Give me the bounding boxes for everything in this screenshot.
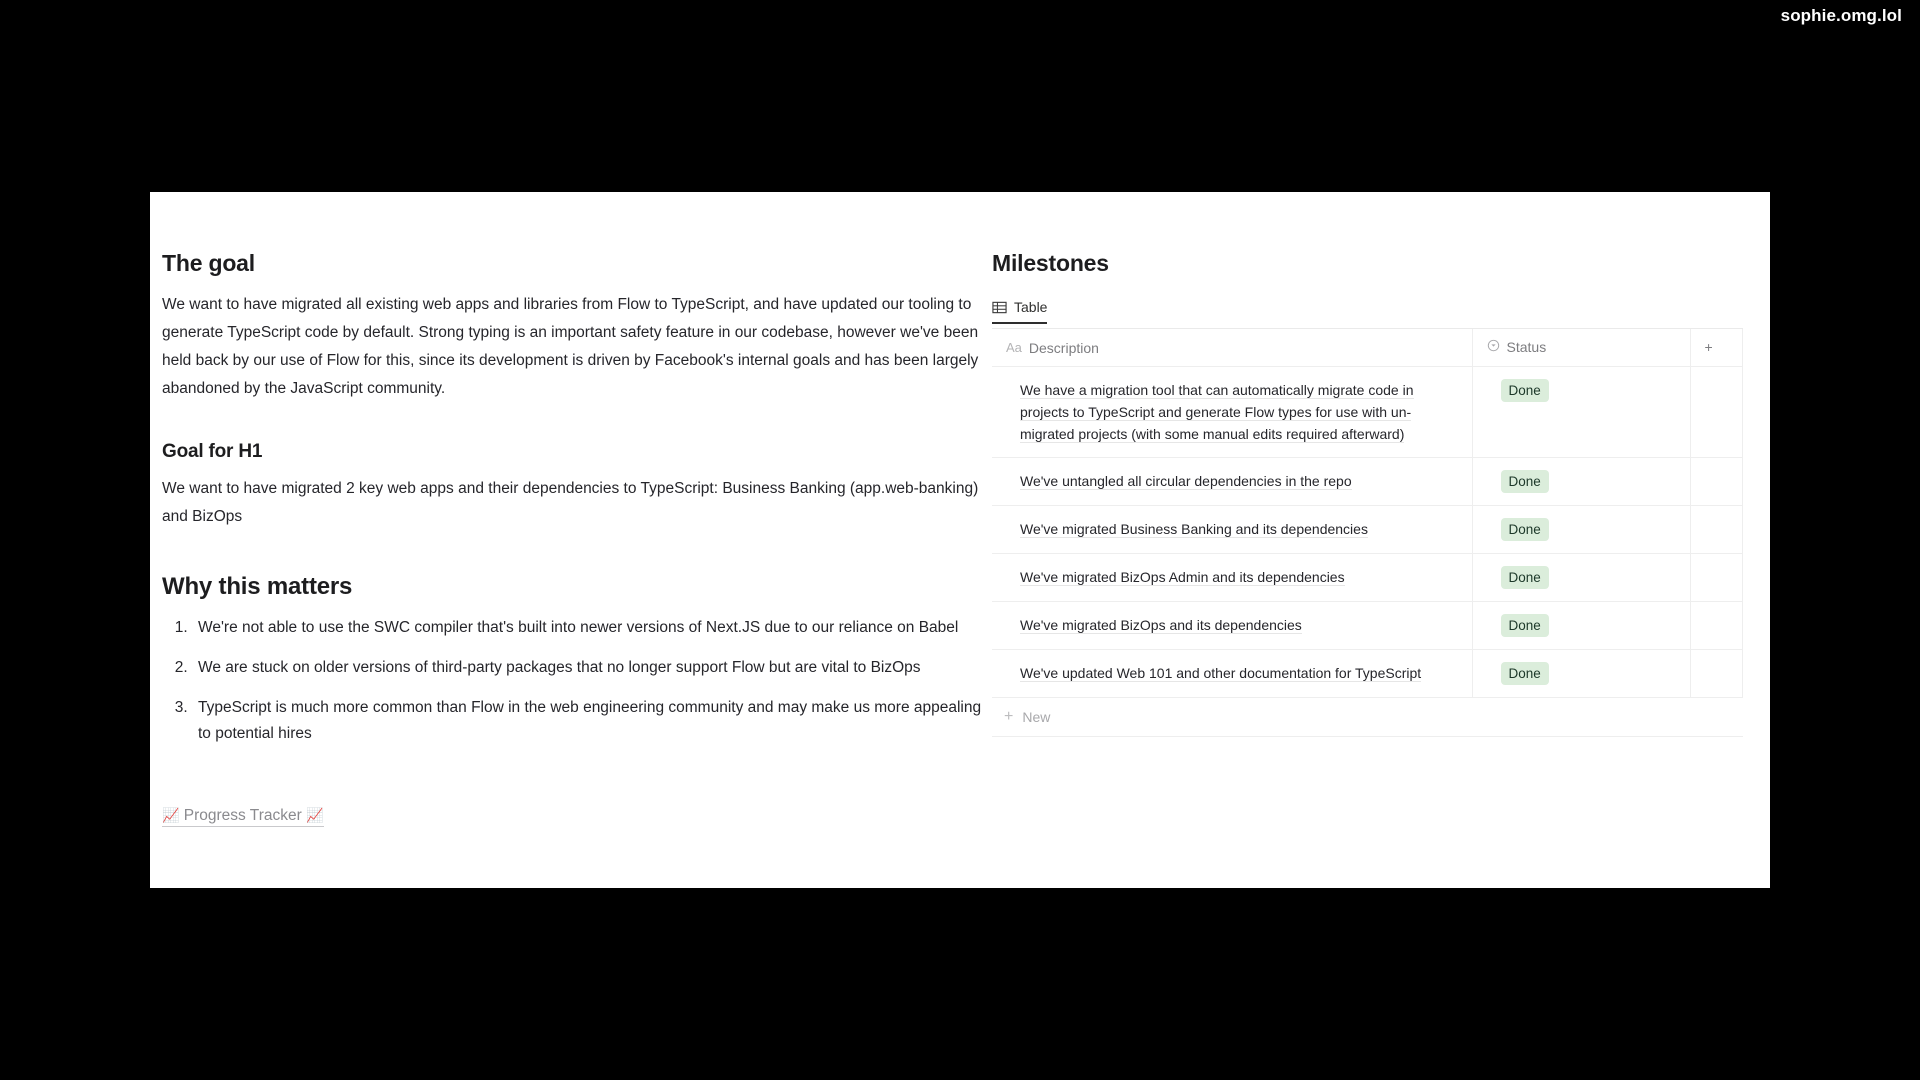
- chart-increasing-icon: 📈: [162, 807, 180, 823]
- table-header-row: Aa Description Status +: [992, 329, 1743, 367]
- description-text: We've untangled all circular dependencie…: [1020, 472, 1352, 490]
- page-title: The goal: [162, 250, 255, 276]
- goal-h1-heading: Goal for H1: [162, 441, 263, 462]
- cell-description[interactable]: We've migrated BizOps Admin and its depe…: [992, 553, 1473, 602]
- status-badge: Done: [1500, 661, 1549, 685]
- progress-tracker-link[interactable]: 📈 Progress Tracker 📈: [162, 807, 324, 827]
- description-text: We've migrated Business Banking and its …: [1020, 520, 1368, 538]
- add-column-button[interactable]: +: [1690, 329, 1743, 367]
- cell-spacer: [1690, 553, 1743, 602]
- list-item: We are stuck on older versions of third-…: [192, 655, 992, 681]
- status-badge: Done: [1500, 517, 1549, 541]
- select-icon: [1487, 339, 1500, 355]
- table-icon: [992, 300, 1007, 315]
- table-row[interactable]: We've untangled all circular dependencie…: [992, 457, 1743, 506]
- cell-spacer: [1690, 601, 1743, 650]
- milestones-title: Milestones: [992, 250, 1109, 276]
- progress-tracker-label: Progress Tracker: [183, 807, 302, 824]
- goal-paragraph: We want to have migrated all existing we…: [162, 296, 979, 397]
- cell-status[interactable]: Done: [1472, 457, 1691, 506]
- description-text: We've updated Web 101 and other document…: [1020, 664, 1422, 682]
- text-type-icon: Aa: [1006, 340, 1022, 355]
- cell-status[interactable]: Done: [1472, 505, 1691, 554]
- cell-spacer: [1690, 366, 1743, 458]
- column-header-status[interactable]: Status: [1472, 329, 1691, 367]
- description-text: We've migrated BizOps and its dependenci…: [1020, 616, 1302, 634]
- page-card: The goal We want to have migrated all ex…: [150, 192, 1770, 888]
- database-tabs: Table: [992, 299, 1743, 329]
- cell-description[interactable]: We've untangled all circular dependencie…: [992, 457, 1473, 506]
- document-column: The goal We want to have migrated all ex…: [150, 192, 992, 888]
- cell-spacer: [1690, 505, 1743, 554]
- cell-spacer: [1690, 457, 1743, 506]
- cell-spacer: [1690, 649, 1743, 698]
- cell-status[interactable]: Done: [1472, 553, 1691, 602]
- new-row-label: New: [1022, 708, 1051, 725]
- status-badge: Done: [1500, 565, 1549, 589]
- cell-status[interactable]: Done: [1472, 649, 1691, 698]
- site-watermark: sophie.omg.lol: [1780, 6, 1902, 25]
- cell-description[interactable]: We have a migration tool that can automa…: [992, 366, 1473, 458]
- table-row[interactable]: We've migrated Business Banking and its …: [992, 505, 1743, 554]
- milestones-table: Aa Description Status + We have a migrat…: [992, 329, 1743, 698]
- list-item: TypeScript is much more common than Flow…: [192, 695, 992, 747]
- why-this-matters-heading: Why this matters: [162, 573, 353, 600]
- reasons-list: We're not able to use the SWC compiler t…: [162, 615, 992, 747]
- table-row[interactable]: We've migrated BizOps and its dependenci…: [992, 601, 1743, 650]
- status-badge: Done: [1500, 378, 1549, 402]
- chart-increasing-icon: 📈: [306, 807, 324, 823]
- column-header-description[interactable]: Aa Description: [992, 329, 1473, 367]
- new-row-button[interactable]: + New: [992, 698, 1743, 737]
- status-badge: Done: [1500, 469, 1549, 493]
- goal-h1-paragraph: We want to have migrated 2 key web apps …: [162, 480, 979, 525]
- description-text: We have a migration tool that can automa…: [1020, 381, 1414, 443]
- plus-icon: +: [1004, 707, 1014, 725]
- column-header-description-label: Description: [1028, 339, 1099, 356]
- tab-table-label: Table: [1014, 299, 1048, 315]
- table-row[interactable]: We've updated Web 101 and other document…: [992, 649, 1743, 698]
- cell-description[interactable]: We've migrated BizOps and its dependenci…: [992, 601, 1473, 650]
- milestones-column: Milestones Table Aa Description Status +…: [992, 192, 1775, 888]
- description-text: We've migrated BizOps Admin and its depe…: [1020, 568, 1345, 586]
- cell-status[interactable]: Done: [1472, 601, 1691, 650]
- column-header-status-label: Status: [1506, 339, 1547, 356]
- table-body: We have a migration tool that can automa…: [992, 366, 1743, 698]
- table-row[interactable]: We've migrated BizOps Admin and its depe…: [992, 553, 1743, 602]
- cell-description[interactable]: We've migrated Business Banking and its …: [992, 505, 1473, 554]
- table-row[interactable]: We have a migration tool that can automa…: [992, 366, 1743, 458]
- tab-table[interactable]: Table: [992, 299, 1048, 324]
- list-item: We're not able to use the SWC compiler t…: [192, 615, 992, 641]
- cell-status[interactable]: Done: [1472, 366, 1691, 458]
- status-badge: Done: [1500, 613, 1549, 637]
- cell-description[interactable]: We've updated Web 101 and other document…: [992, 649, 1473, 698]
